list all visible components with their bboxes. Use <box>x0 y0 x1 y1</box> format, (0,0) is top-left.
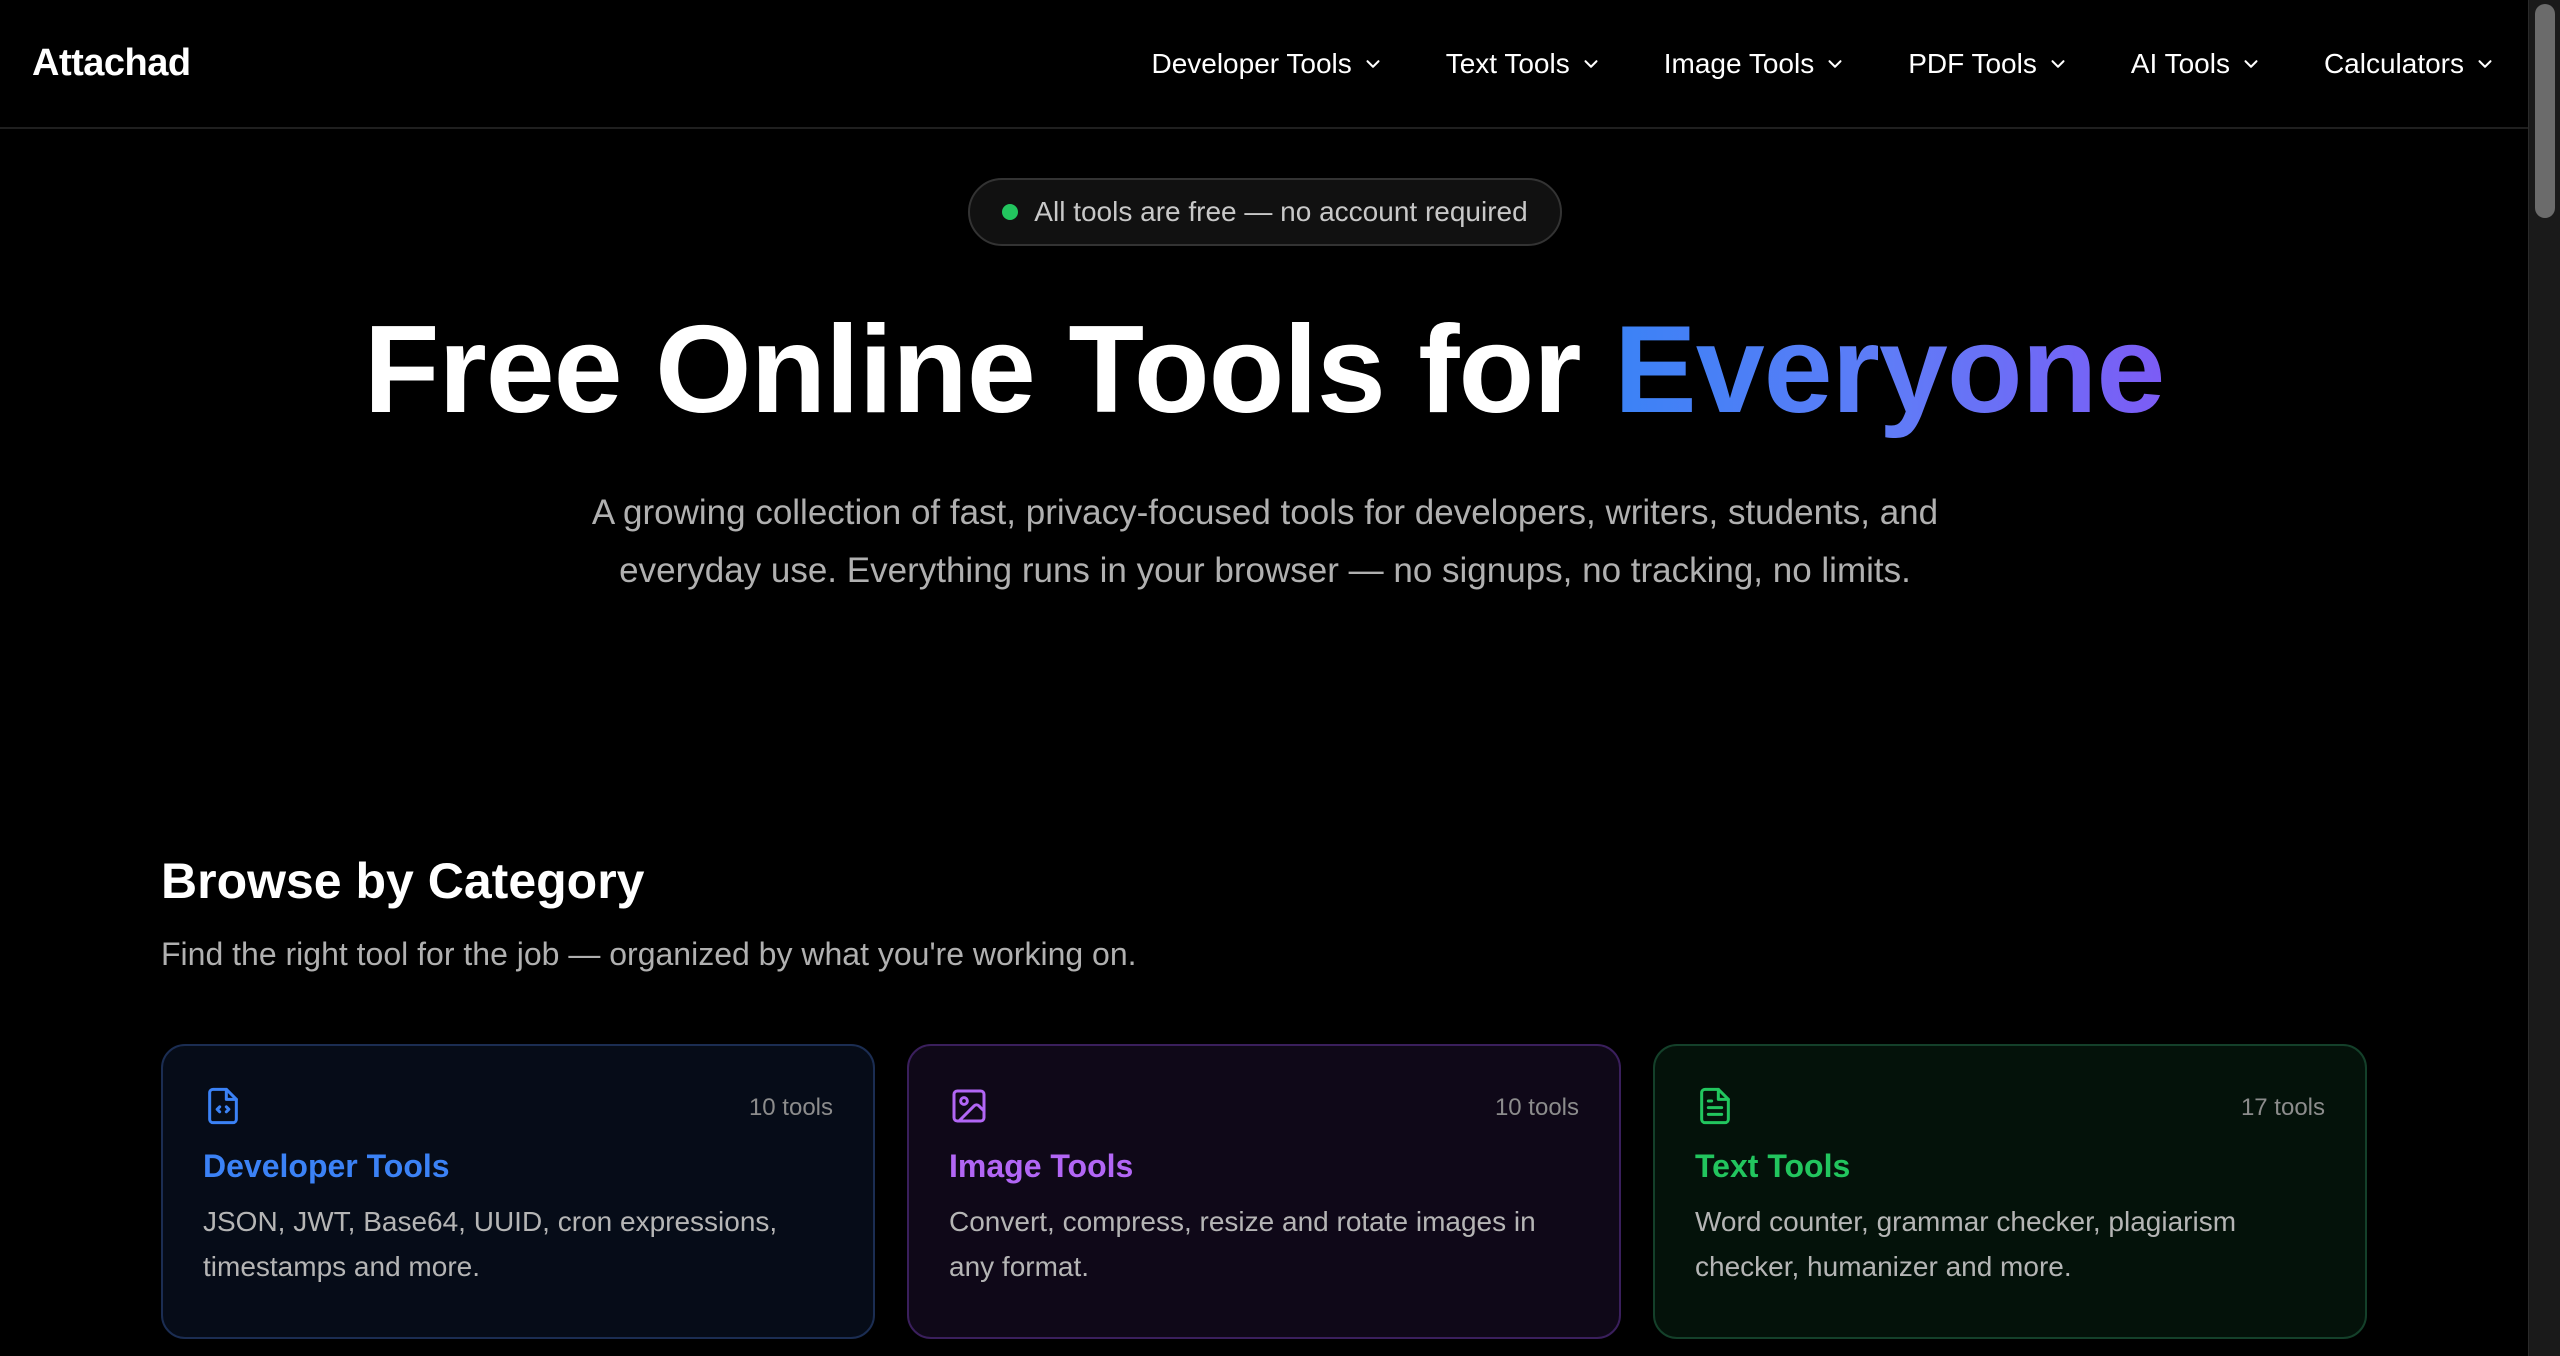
file-code-icon <box>208 1087 238 1125</box>
nav-text-tools[interactable]: Text Tools <box>1446 48 1602 80</box>
browse-subtitle: Find the right tool for the job — organi… <box>161 936 1137 972</box>
nav-image-tools[interactable]: Image Tools <box>1664 48 1846 80</box>
hero-subtitle: A growing collection of fast, privacy-fo… <box>591 493 1939 590</box>
hero-title-accent: Everyone <box>1613 301 2165 439</box>
browse-title: Browse by Category <box>161 853 645 909</box>
chevron-down-icon <box>2051 59 2065 68</box>
nav-ai-tools[interactable]: AI Tools <box>2131 48 2262 80</box>
hero-title: Free Online Tools for Everyone <box>0 300 2528 440</box>
nav-label: Image Tools <box>1663 47 1815 79</box>
hero-title-main: Free Online Tools for <box>363 301 1614 439</box>
card-title: Developer Tools <box>203 1148 450 1184</box>
scrollbar-thumb[interactable] <box>2535 4 2555 218</box>
chevron-down-icon <box>1584 59 1598 68</box>
nav-calculators[interactable]: Calculators <box>2324 48 2496 80</box>
status-dot-icon <box>1002 204 1019 220</box>
card-title: Image Tools <box>949 1148 1134 1184</box>
chevron-down-icon <box>2478 59 2492 68</box>
nav-label: AI Tools <box>2130 47 2230 79</box>
badge-text: All tools are free — no account required <box>1034 196 1528 227</box>
free-badge: All tools are free — no account required <box>968 178 1562 246</box>
image-icon <box>952 1089 986 1123</box>
nav-label: PDF Tools <box>1908 47 2037 79</box>
tool-count: 10 tools <box>1494 1094 1579 1121</box>
category-card-developer-tools[interactable]: 10 tools Developer Tools JSON, JWT, Base… <box>161 1044 875 1339</box>
nav-label: Calculators <box>2323 47 2464 79</box>
file-text-icon <box>1700 1087 1730 1125</box>
nav-pdf-tools[interactable]: PDF Tools <box>1908 48 2069 80</box>
page-scrollbar[interactable] <box>2528 0 2560 1356</box>
card-title: Text Tools <box>1695 1148 1851 1184</box>
card-description: Word counter, grammar checker, plagiaris… <box>1695 1206 2237 1282</box>
chevron-down-icon <box>1366 59 1380 68</box>
chevron-down-icon <box>1828 59 1842 68</box>
chevron-down-icon <box>2244 59 2258 68</box>
tool-count: 17 tools <box>2240 1094 2325 1121</box>
category-card-text-tools[interactable]: 17 tools Text Tools Word counter, gramma… <box>1653 1044 2367 1339</box>
nav-developer-tools[interactable]: Developer Tools <box>1151 48 1383 80</box>
site-header: Attachad Developer Tools Text Tools Imag… <box>0 0 2528 129</box>
tool-count: 10 tools <box>748 1094 833 1121</box>
main-nav: Developer Tools Text Tools Image Tools P… <box>1151 48 2496 80</box>
nav-label: Developer Tools <box>1151 47 1352 79</box>
card-description: Convert, compress, resize and rotate ima… <box>949 1206 1536 1282</box>
site-logo[interactable]: Attachad <box>32 42 191 85</box>
nav-label: Text Tools <box>1445 47 1570 79</box>
card-description: JSON, JWT, Base64, UUID, cron expression… <box>203 1206 778 1282</box>
category-cards: 10 tools Developer Tools JSON, JWT, Base… <box>161 1044 2367 1339</box>
page: Attachad Developer Tools Text Tools Imag… <box>0 0 2560 1356</box>
category-card-image-tools[interactable]: 10 tools Image Tools Convert, compress, … <box>907 1044 1621 1339</box>
